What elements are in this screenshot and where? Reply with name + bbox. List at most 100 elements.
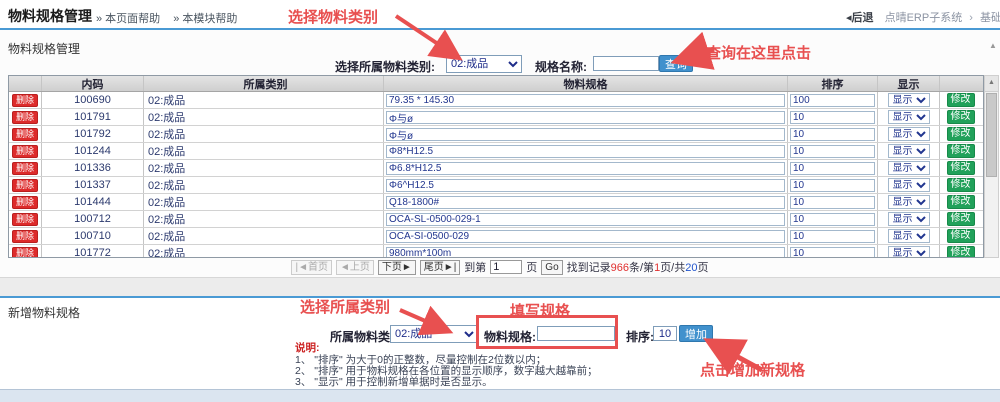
header-code: 内码 — [41, 76, 143, 91]
delete-button[interactable]: 删除 — [12, 230, 38, 243]
annotation-select-category-bottom: 选择所属类别 — [300, 296, 390, 317]
row-order-input[interactable] — [790, 213, 875, 226]
row-spec-input[interactable] — [386, 128, 785, 141]
row-display-select[interactable]: 显示 — [888, 178, 930, 192]
modify-button[interactable]: 修改 — [947, 212, 975, 226]
delete-button[interactable]: 删除 — [12, 213, 38, 226]
summary-prefix: 找到记录 — [567, 262, 611, 274]
delete-button[interactable]: 删除 — [12, 162, 38, 175]
row-spec-input[interactable] — [386, 247, 785, 259]
row-order-input[interactable] — [790, 162, 875, 175]
page-help-link[interactable]: » 本页面帮助 — [96, 13, 160, 25]
last-page-button[interactable]: 尾页►| — [420, 260, 461, 275]
row-spec-input[interactable] — [386, 213, 785, 226]
modify-button[interactable]: 修改 — [947, 161, 975, 175]
row-spec-input[interactable] — [386, 179, 785, 192]
prev-page-button[interactable]: ◄上页 — [336, 260, 374, 275]
table-row: 删除 100690 02:成品 显示 修改 — [9, 92, 983, 108]
row-order-input[interactable] — [790, 94, 875, 107]
row-spec-input[interactable] — [386, 230, 785, 243]
section-gap — [0, 277, 1000, 297]
row-code: 101791 — [41, 109, 143, 125]
modify-button[interactable]: 修改 — [947, 246, 975, 258]
row-order-input[interactable] — [790, 145, 875, 158]
delete-button[interactable]: 删除 — [12, 111, 38, 124]
annotation-fill-spec: 填写规格 — [510, 300, 570, 321]
module-help-link[interactable]: » 本模块帮助 — [173, 13, 237, 25]
modify-button[interactable]: 修改 — [947, 127, 975, 141]
page-number-input[interactable] — [490, 260, 522, 274]
delete-button[interactable]: 删除 — [12, 196, 38, 209]
row-code: 100712 — [41, 211, 143, 227]
delete-button[interactable]: 删除 — [12, 94, 38, 107]
row-display-select[interactable]: 显示 — [888, 161, 930, 175]
go-button[interactable]: Go — [541, 260, 562, 275]
delete-button[interactable]: 删除 — [12, 128, 38, 141]
row-display-select[interactable]: 显示 — [888, 246, 930, 258]
modify-button[interactable]: 修改 — [947, 110, 975, 124]
breadcrumb-section[interactable]: 基础资料维护 — [980, 12, 1000, 24]
row-order-input[interactable] — [790, 230, 875, 243]
table-scrollbar[interactable]: ▲ — [984, 75, 999, 258]
back-link[interactable]: ◂后退 — [846, 12, 874, 24]
next-page-button[interactable]: 下页► — [378, 260, 416, 275]
row-display-select[interactable]: 显示 — [888, 110, 930, 124]
top-header-bar: 物料规格管理 » 本页面帮助 » 本模块帮助 ◂后退 点晴ERP子系统 › 基础… — [0, 0, 1000, 28]
help-links: » 本页面帮助 » 本模块帮助 — [96, 10, 247, 26]
delete-button[interactable]: 删除 — [12, 247, 38, 259]
row-category: 02:成品 — [143, 109, 383, 125]
header-display: 显示 — [877, 76, 939, 91]
delete-button[interactable]: 删除 — [12, 145, 38, 158]
add-button[interactable]: 增加 — [679, 325, 713, 342]
row-display-select[interactable]: 显示 — [888, 229, 930, 243]
add-order-label: 排序: — [626, 328, 654, 345]
row-display-select[interactable]: 显示 — [888, 127, 930, 141]
table-body: 删除 100690 02:成品 显示 修改 删除 101791 02:成品 显示… — [9, 92, 983, 258]
row-order-input[interactable] — [790, 247, 875, 259]
modify-button[interactable]: 修改 — [947, 93, 975, 107]
modify-button[interactable]: 修改 — [947, 144, 975, 158]
collapse-panel-icon[interactable]: ▲ — [989, 41, 997, 50]
row-display-select[interactable]: 显示 — [888, 212, 930, 226]
row-order-input[interactable] — [790, 196, 875, 209]
row-code: 101444 — [41, 194, 143, 210]
add-order-input[interactable] — [653, 326, 677, 341]
list-panel-title: 物料规格管理 — [8, 40, 80, 57]
modify-button[interactable]: 修改 — [947, 178, 975, 192]
modify-button[interactable]: 修改 — [947, 195, 975, 209]
row-display-select[interactable]: 显示 — [888, 144, 930, 158]
scrollbar-thumb[interactable] — [986, 93, 997, 177]
add-category-select[interactable]: 02:成品 — [390, 325, 478, 343]
filter-category-select[interactable]: 02:成品 — [446, 55, 522, 73]
page-unit-label: 页 — [526, 259, 537, 275]
header-spec: 物料规格 — [383, 76, 787, 91]
note-line: 3、 "显示" 用于控制新增单据时是否显示。 — [295, 377, 598, 387]
search-button[interactable]: 查询 — [659, 55, 693, 72]
summary-mid2: 页/共 — [660, 262, 685, 274]
header-category: 所属类别 — [143, 76, 383, 91]
filter-spec-input[interactable] — [593, 56, 659, 71]
row-category: 02:成品 — [143, 160, 383, 176]
breadcrumb-system[interactable]: 点晴ERP子系统 — [885, 12, 963, 24]
row-order-input[interactable] — [790, 128, 875, 141]
modify-button[interactable]: 修改 — [947, 229, 975, 243]
scrollbar-up-icon[interactable]: ▲ — [985, 76, 998, 92]
row-spec-input[interactable] — [386, 162, 785, 175]
spec-table: 内码 所属类别 物料规格 排序 显示 删除 100690 02:成品 显示 修改… — [8, 75, 984, 258]
delete-button[interactable]: 删除 — [12, 179, 38, 192]
row-spec-input[interactable] — [386, 94, 785, 107]
row-code: 101337 — [41, 177, 143, 193]
row-spec-input[interactable] — [386, 145, 785, 158]
row-display-select[interactable]: 显示 — [888, 93, 930, 107]
record-summary: 找到记录966条/第1页/共20页 — [567, 259, 709, 275]
row-order-input[interactable] — [790, 111, 875, 124]
first-page-button[interactable]: |◄首页 — [291, 260, 332, 275]
table-row: 删除 101791 02:成品 显示 修改 — [9, 108, 983, 125]
table-row: 删除 100712 02:成品 显示 修改 — [9, 210, 983, 227]
row-category: 02:成品 — [143, 194, 383, 210]
total-pages: 20 — [685, 262, 697, 274]
row-spec-input[interactable] — [386, 111, 785, 124]
row-display-select[interactable]: 显示 — [888, 195, 930, 209]
row-order-input[interactable] — [790, 179, 875, 192]
row-spec-input[interactable] — [386, 196, 785, 209]
